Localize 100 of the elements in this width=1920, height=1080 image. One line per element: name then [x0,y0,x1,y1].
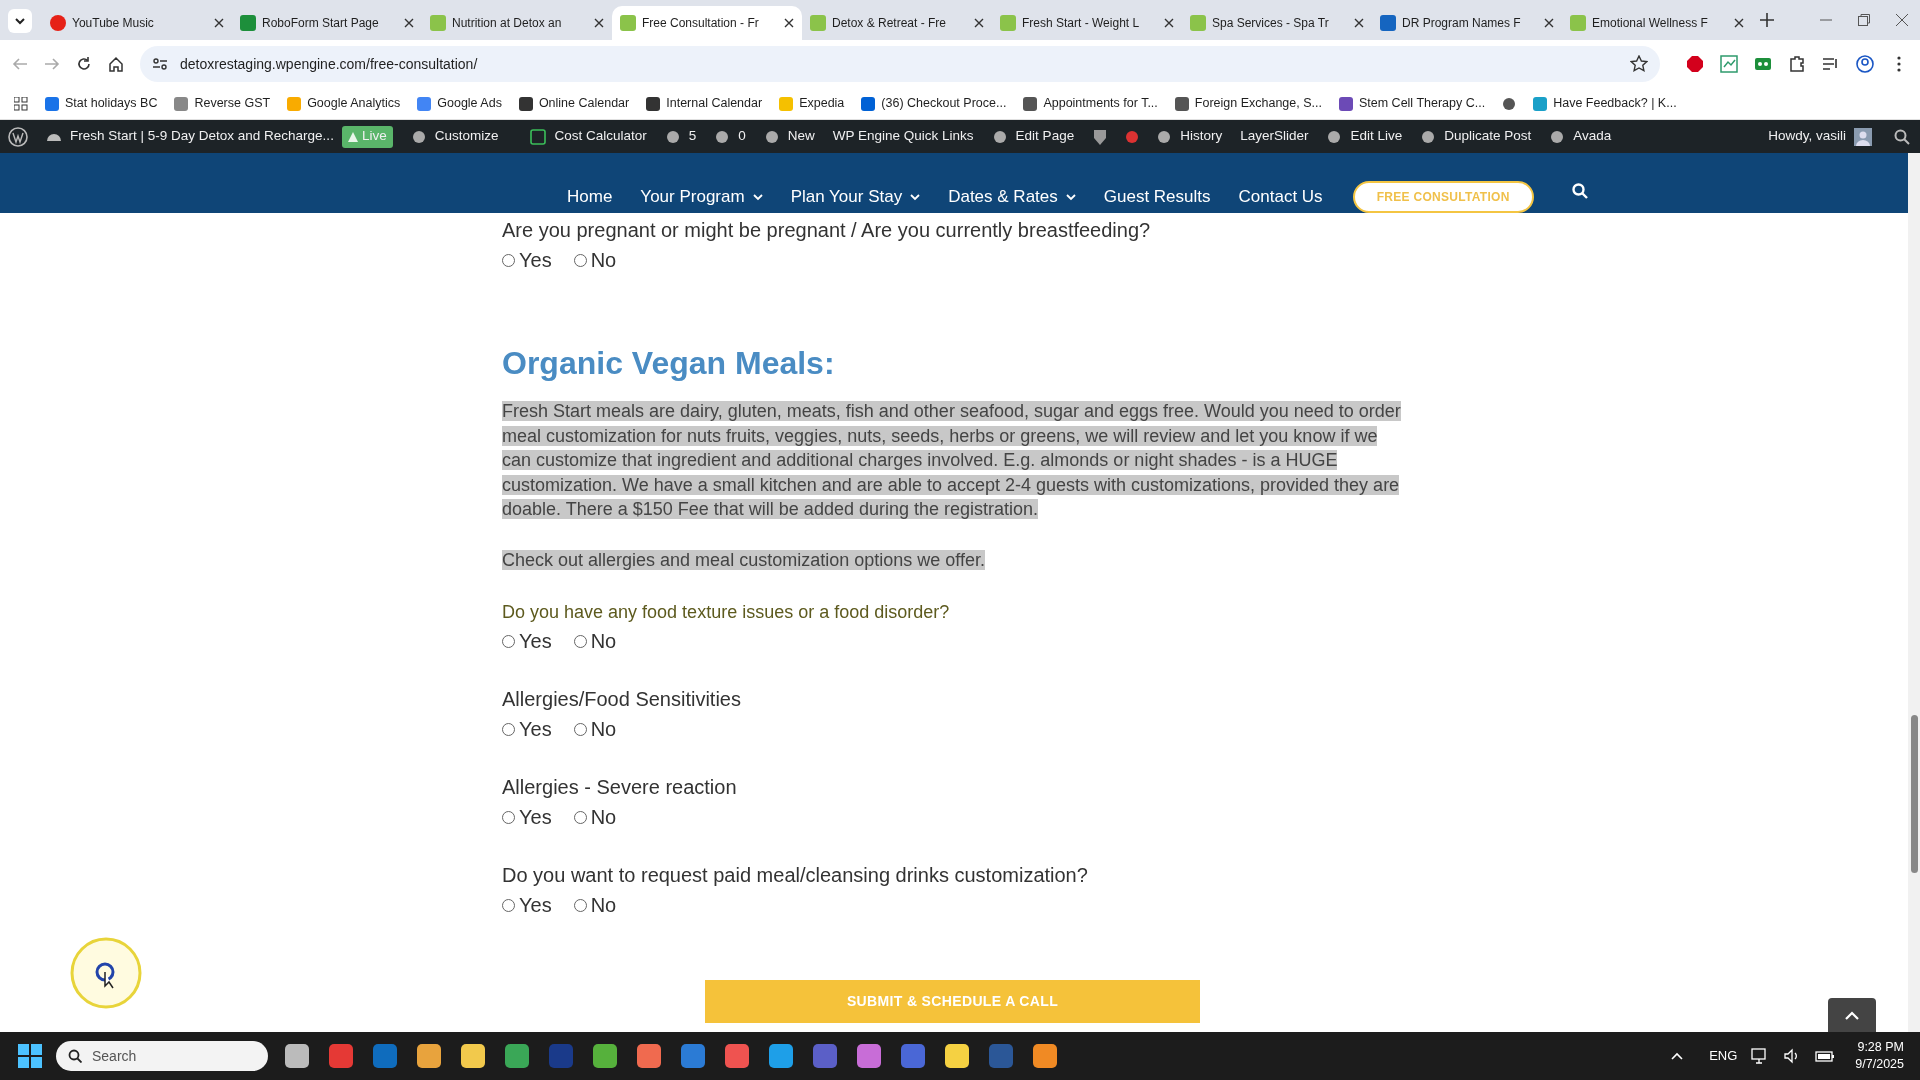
browser-tab[interactable]: Nutrition at Detox an [422,6,612,40]
reload-icon[interactable] [76,56,92,72]
nav-link[interactable]: Plan Your Stay [790,181,921,213]
bookmark[interactable]: Foreign Exchange, S... [1174,94,1322,113]
scrollbar[interactable] [1908,153,1920,1032]
bookmark-icon [646,96,661,111]
adblock-icon[interactable] [1686,55,1704,73]
bookmark[interactable]: Google Analytics [287,94,401,113]
browser-tab[interactable]: Free Consultation - Fr [612,6,802,40]
admin-bar-link[interactable]: Cost Calculator [530,126,647,147]
media-icon[interactable] [1822,55,1840,73]
admin-bar-link[interactable]: Customize [410,126,499,147]
chart-icon[interactable] [1720,55,1738,73]
home-icon[interactable] [108,56,124,72]
bookmark-icon [1533,96,1548,111]
user-greeting[interactable]: Howdy, vasili [1768,126,1872,147]
bookmark[interactable]: Google Ads [417,94,502,113]
app-icon[interactable] [458,1041,488,1071]
nav-link[interactable]: Dates & Rates [948,181,1076,213]
bookmark[interactable]: (36) Checkout Proce... [861,94,1007,113]
admin-bar-link[interactable]: 5 [664,126,697,147]
windows-start-icon[interactable] [18,1044,42,1068]
admin-bar-link[interactable]: Avada [1549,126,1612,147]
app-icon[interactable] [282,1041,312,1071]
restore-icon[interactable] [1858,14,1870,26]
search-icon[interactable] [1571,183,1588,199]
admin-bar-link[interactable]: Edit Page [991,126,1075,147]
wordpress-icon[interactable] [8,126,28,147]
app-icon[interactable] [502,1041,532,1071]
tab-title: Free Consultation - Fr [642,15,760,32]
close-icon[interactable] [1896,14,1908,26]
admin-bar-link[interactable]: 0 [714,126,746,147]
app-icon[interactable] [854,1041,884,1071]
close-icon[interactable] [1164,18,1174,28]
language-indicator[interactable]: ENG [1709,1046,1738,1066]
app-icon[interactable] [1030,1041,1060,1071]
back-to-top-button[interactable] [1828,998,1876,1032]
close-icon[interactable] [974,18,984,28]
browser-tab[interactable]: YouTube Music [42,6,232,40]
close-icon[interactable] [1734,18,1744,28]
app-icon[interactable] [634,1041,664,1071]
admin-bar-link[interactable]: WP Engine Quick Links [832,126,974,147]
admin-bar-link[interactable]: History [1156,126,1223,147]
browser-tab[interactable]: DR Program Names F [1372,6,1562,40]
site-icon [810,15,826,31]
admin-bar-link[interactable]: LayerSlider [1240,126,1309,147]
close-icon[interactable] [214,18,224,28]
admin-bar-link[interactable]: New [763,126,815,147]
apps-icon[interactable] [14,96,28,111]
bookmark[interactable]: Appointments for T... [1023,94,1158,113]
tab-title: Detox & Retreat - Fre [832,15,948,32]
bookmark[interactable]: Online Calendar [518,94,630,113]
app-icon[interactable] [590,1041,620,1071]
bookmark[interactable]: Stat holidays BC [45,94,158,113]
bookmark-icon [861,96,876,111]
profile-icon[interactable] [1856,55,1874,73]
close-icon[interactable] [1544,18,1554,28]
chevron-up-icon[interactable] [1671,1052,1684,1060]
bookmark[interactable]: Internal Calendar [646,94,763,113]
bookmark-icon [417,96,432,111]
browser-tab[interactable]: Detox & Retreat - Fre [802,6,992,40]
radio-label: Yes [519,248,552,273]
app-icon[interactable] [722,1041,752,1071]
radio-label: No [590,893,617,918]
address-bar[interactable]: detoxrestaging.wpengine.com/free-consultation/ [140,46,1660,82]
app-icon[interactable] [766,1041,796,1071]
close-icon[interactable] [1354,18,1364,28]
tab-list-icon[interactable] [8,9,32,33]
bookmark[interactable]: Have Feedback? | K... [1533,94,1677,113]
bookmark[interactable]: Reverse GST [174,94,271,113]
close-icon[interactable] [594,18,604,28]
nav-link[interactable]: Home [567,181,613,213]
nav-link[interactable]: Guest Results [1103,181,1211,213]
search-icon[interactable] [1894,128,1910,145]
browser-tab[interactable]: Spa Services - Spa Tr [1182,6,1372,40]
shield-icon[interactable] [1092,127,1109,146]
nav-link[interactable]: Your Program [640,181,763,213]
browser-tab[interactable]: Emotional Wellness F [1562,6,1752,40]
site-name-link[interactable]: Fresh Start | 5-9 Day Detox and Recharge... [46,126,334,147]
app-icon[interactable] [942,1041,972,1071]
close-icon[interactable] [784,18,794,28]
nav-link[interactable]: Contact Us [1238,181,1323,213]
bookmark[interactable]: Expedia [779,94,845,113]
puzzle-icon[interactable] [1788,55,1806,73]
tab-title: Nutrition at Detox an [452,15,563,32]
clock[interactable]: 9:28 PM 9/7/2025 [1855,1039,1904,1073]
star-icon[interactable] [1630,55,1648,73]
bookmark[interactable]: Stem Cell Therapy C... [1338,94,1486,113]
globe-icon[interactable] [1502,96,1517,111]
close-icon[interactable] [404,18,414,28]
robot-icon[interactable] [1754,55,1772,73]
new-tab-icon[interactable] [1760,13,1774,27]
taskbar-search-field[interactable]: Search [56,1041,268,1071]
bookmark-icon [45,96,59,111]
question-text: Allergies/Food Sensitivities [502,687,742,712]
browser-tab[interactable]: Fresh Start - Weight L [992,6,1182,40]
admin-bar-link[interactable]: Edit Live [1326,126,1403,147]
browser-tab[interactable]: RoboForm Start Page [232,6,422,40]
app-icon[interactable] [414,1041,444,1071]
admin-bar-link[interactable]: Duplicate Post [1420,126,1532,147]
